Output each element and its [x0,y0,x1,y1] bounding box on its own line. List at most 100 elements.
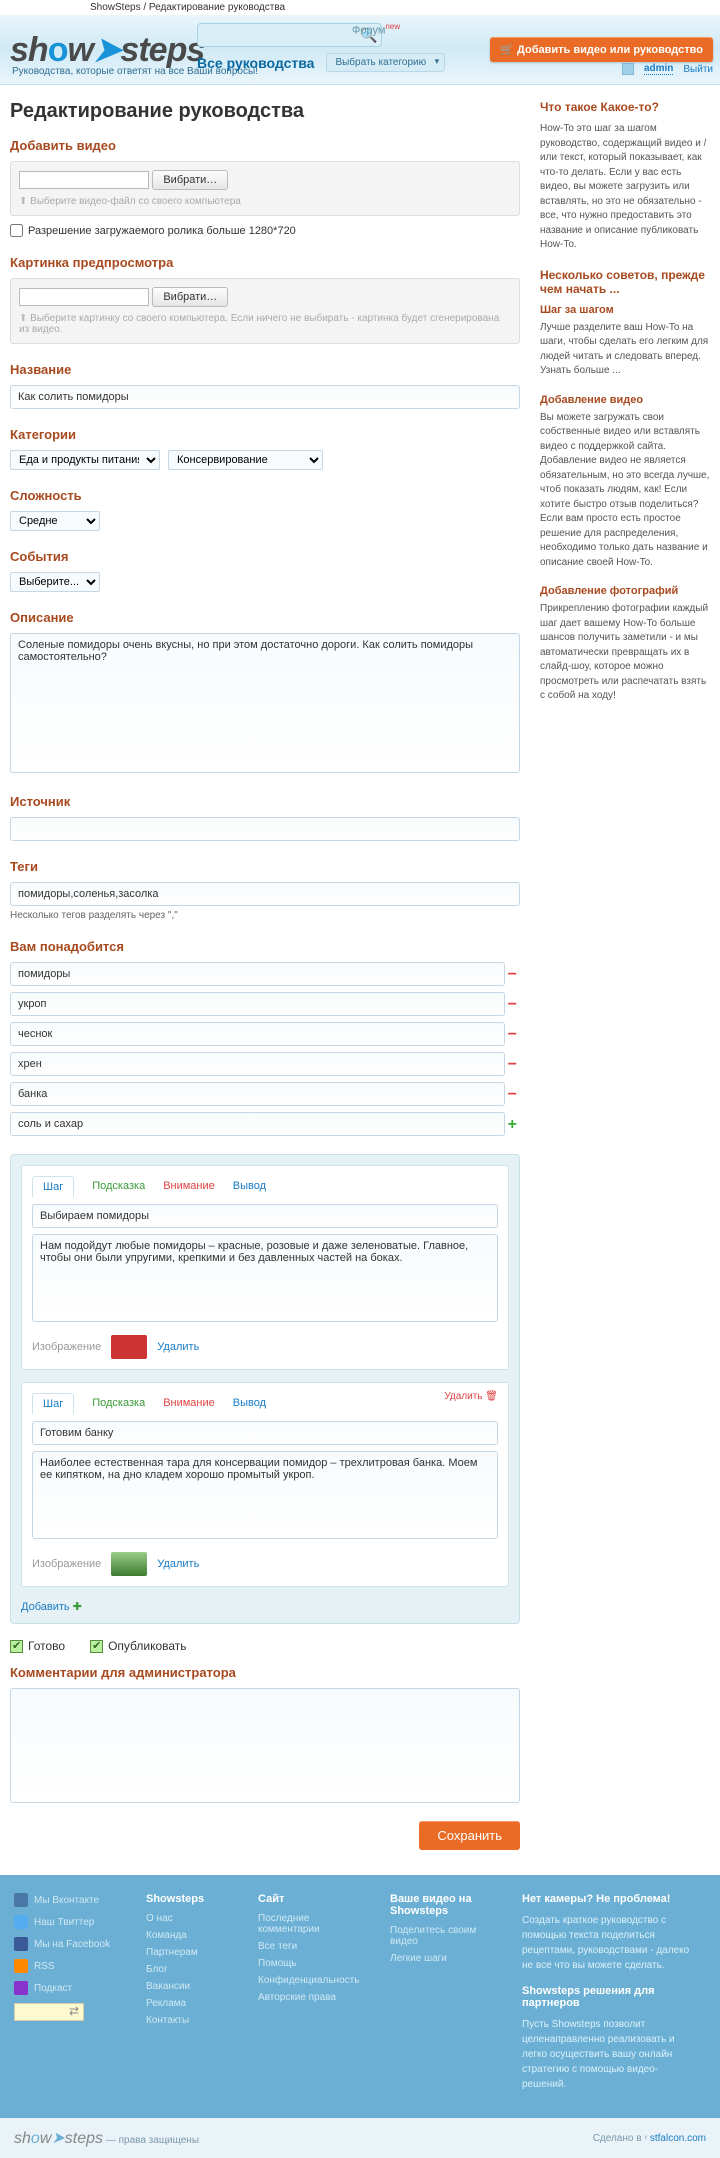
delete-image-link[interactable]: Удалить [157,1558,199,1570]
side-h2: Несколько советов, прежде чем начать ... [540,268,710,296]
twitter-icon [14,1915,28,1929]
difficulty-select[interactable]: Средне [10,511,100,531]
steps-container: Шаг Подсказка Внимание Вывод Нам подойду… [10,1154,520,1624]
footer-logo[interactable]: show➤steps — права защищены [14,2128,199,2148]
tab-step[interactable]: Шаг [32,1176,74,1197]
category2-select[interactable]: Консервирование [168,450,323,470]
forum-link[interactable]: Форумnew [352,22,400,37]
browse-preview-button[interactable]: Вибрати… [152,287,228,307]
events-select[interactable]: Выберите... [10,572,100,592]
step-title-input[interactable] [32,1421,498,1445]
remove-icon[interactable]: − [508,1056,517,1074]
delete-step-link[interactable]: Удалить [444,1391,498,1402]
social-rss[interactable]: RSS [14,1959,124,1973]
side-h5: Добавление фотографий [540,585,710,597]
need-input[interactable] [10,962,505,986]
footer-link[interactable]: Легкие шаги [390,1953,500,1964]
delete-image-link[interactable]: Удалить [157,1341,199,1353]
footer-link[interactable]: Помощь [258,1958,368,1969]
user-name[interactable]: admin [644,63,673,75]
tab-warn[interactable]: Внимание [163,1176,215,1196]
footer-link[interactable]: Вакансии [146,1981,236,1992]
category1-select[interactable]: Еда и продукты питания [10,450,160,470]
tab-hint[interactable]: Подсказка [92,1176,145,1196]
tab-output[interactable]: Вывод [233,1176,266,1196]
step-thumbnail [111,1335,147,1359]
step-body-textarea[interactable]: Наиболее естественная тара для консервац… [32,1451,498,1539]
nav-category-dropdown[interactable]: Выбрать категорию [326,53,445,72]
footer-col4-p1: Создать краткое руководство с помощью те… [522,1913,692,1973]
preview-file-input[interactable] [19,288,149,306]
remove-icon[interactable]: − [508,1026,517,1044]
footer-col4-p2: Пусть Showsteps позволит целенаправленно… [522,2017,692,2092]
need-input[interactable] [10,1022,505,1046]
publish-checkbox[interactable]: Опубликовать [90,1639,186,1653]
logo[interactable]: show➤steps [10,30,204,70]
footer-link[interactable]: Авторские права [258,1992,368,2003]
tab-hint[interactable]: Подсказка [92,1393,145,1413]
footer-link[interactable]: Блог [146,1964,236,1975]
share-widget[interactable] [14,2003,84,2021]
social-facebook[interactable]: Мы на Facebook [14,1937,124,1951]
footer-link[interactable]: Конфиденциальность [258,1975,368,1986]
admin-comments-textarea[interactable] [10,1688,520,1803]
nav-all-guides[interactable]: Все руководства [197,55,314,71]
sub-footer: show➤steps — права защищены Сделано вᵞst… [0,2118,720,2158]
step-title-input[interactable] [32,1204,498,1228]
footer-link[interactable]: Реклама [146,1998,236,2009]
user-menu-icon[interactable] [622,63,634,75]
sidebar: Что такое Какое-то? How-To это шаг за ша… [540,100,710,1850]
footer-link[interactable]: Команда [146,1930,236,1941]
social-twitter[interactable]: Наш Твиттер [14,1915,124,1929]
add-icon[interactable]: + [508,1116,517,1134]
video-file-input[interactable] [19,171,149,189]
remove-icon[interactable]: − [508,996,517,1014]
browse-video-button[interactable]: Вибрати… [152,170,228,190]
tags-note: Несколько тегов разделять через "," [10,910,520,921]
footer-link[interactable]: Все теги [258,1941,368,1952]
need-input[interactable] [10,1052,505,1076]
page-title: Редактирование руководства [10,100,520,123]
side-p1: How-To это шаг за шагом руководство, сод… [540,122,710,253]
need-input[interactable] [10,992,505,1016]
header: show➤steps Руководства, которые ответят … [0,15,720,85]
remove-icon[interactable]: − [508,966,517,984]
step-block: Шаг Подсказка Внимание Вывод Нам подойду… [21,1165,509,1370]
save-button[interactable]: Сохранить [419,1821,520,1850]
tab-step[interactable]: Шаг [32,1393,74,1414]
footer-link[interactable]: Контакты [146,2015,236,2026]
resolution-checkbox[interactable]: Разрешение загружаемого ролика больше 12… [10,224,520,237]
video-heading: Добавить видео [10,138,520,153]
events-heading: События [10,549,520,564]
source-input[interactable] [10,817,520,841]
tags-input[interactable] [10,882,520,906]
footer-link[interactable]: О нас [146,1913,236,1924]
footer-link[interactable]: Партнерам [146,1947,236,1958]
logout-link[interactable]: Выйти [683,64,713,75]
footer-col2-h: Сайт [258,1893,368,1905]
needs-heading: Вам понадобится [10,939,520,954]
credit-link[interactable]: stfalcon.com [650,2133,706,2144]
need-input[interactable] [10,1112,505,1136]
tab-warn[interactable]: Внимание [163,1393,215,1413]
ready-checkbox[interactable]: Готово [10,1639,65,1653]
add-video-button[interactable]: Добавить видео или руководство [490,37,713,62]
image-label: Изображение [32,1558,101,1570]
description-textarea[interactable]: Соленые помидоры очень вкусны, но при эт… [10,633,520,773]
footer-link[interactable]: Поделитесь своим видео [390,1925,500,1947]
remove-icon[interactable]: − [508,1086,517,1104]
preview-heading: Картинка предпросмотра [10,255,520,270]
footer-link[interactable]: Последние комментарии [258,1913,368,1935]
need-input[interactable] [10,1082,505,1106]
social-vk[interactable]: Мы Вконтакте [14,1893,124,1907]
social-podcast[interactable]: Подкаст [14,1981,124,1995]
tab-output[interactable]: Вывод [233,1393,266,1413]
side-h1: Что такое Какое-то? [540,100,710,114]
name-input[interactable] [10,385,520,409]
side-h4: Добавление видео [540,394,710,406]
step-body-textarea[interactable]: Нам подойдут любые помидоры – красные, р… [32,1234,498,1322]
credit: Сделано вᵞstfalcon.com [593,2133,706,2144]
step-thumbnail [111,1552,147,1576]
footer-col4-h2: Showsteps решения для партнеров [522,1985,692,2009]
add-step-link[interactable]: Добавить [21,1601,82,1613]
